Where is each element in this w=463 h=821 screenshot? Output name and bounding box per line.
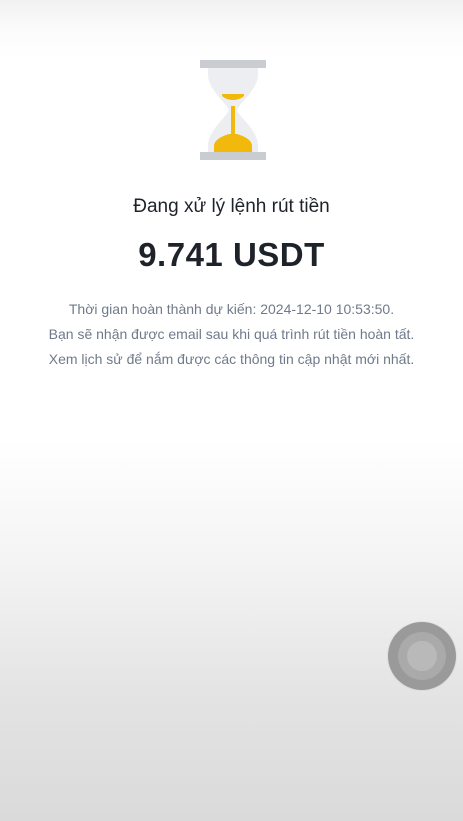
assistive-touch-button[interactable] bbox=[388, 622, 456, 690]
status-title: Đang xử lý lệnh rút tiền bbox=[133, 196, 330, 217]
withdrawal-processing-screen: Đang xử lý lệnh rút tiền 9.741 USDT Thời… bbox=[0, 0, 463, 821]
withdrawal-amount: 9.741 USDT bbox=[138, 236, 325, 273]
info-block: Thời gian hoàn thành dự kiến: 2024-12-10… bbox=[40, 300, 423, 375]
history-notice-text: Xem lịch sử để nắm được các thông tin cậ… bbox=[48, 351, 415, 367]
expected-completion-text: Thời gian hoàn thành dự kiến: 2024-12-10… bbox=[68, 301, 395, 317]
hourglass-icon bbox=[200, 60, 266, 160]
email-notice-text: Bạn sẽ nhận được email sau khi quá trình… bbox=[48, 326, 415, 342]
